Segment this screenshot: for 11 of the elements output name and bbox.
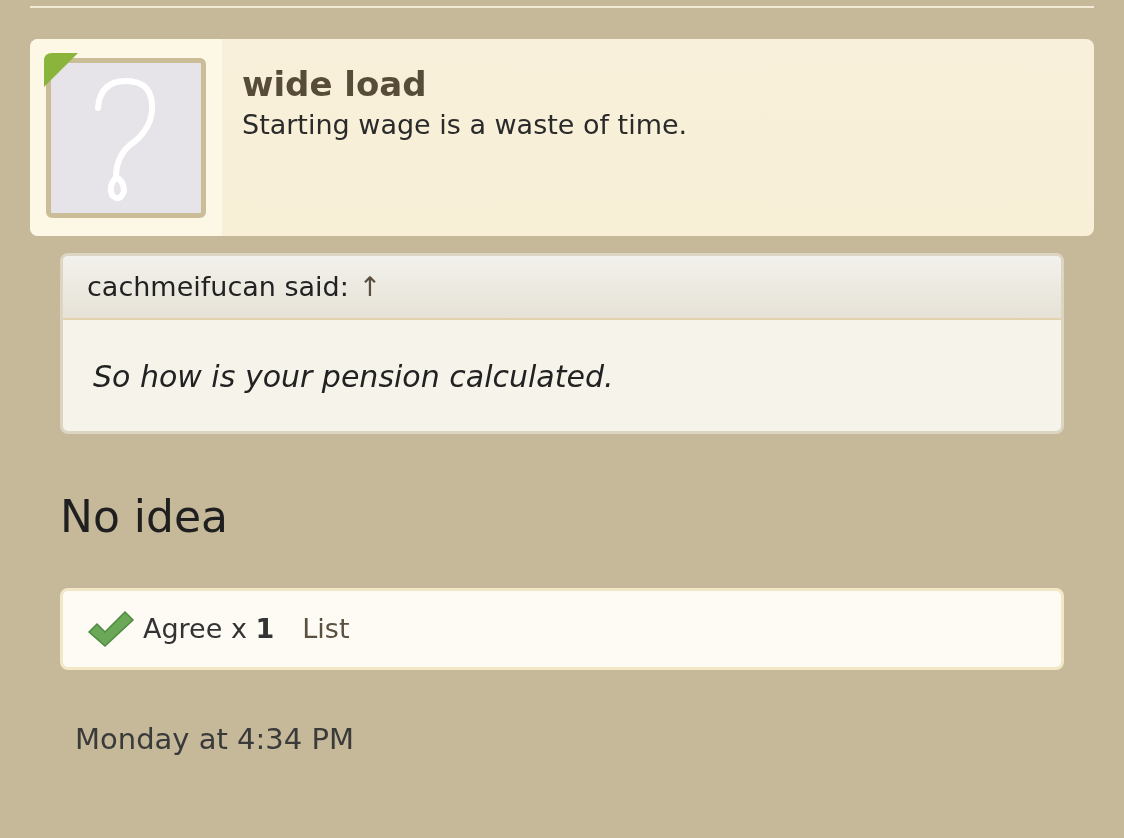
quote-attribution: cachmeifucan said:	[87, 269, 349, 304]
likes-list-link[interactable]: List	[302, 608, 350, 650]
quote-source-link[interactable]: ↑	[358, 266, 382, 308]
avatar[interactable]	[46, 57, 206, 218]
post-date[interactable]: Monday at 4:34 PM	[75, 718, 1124, 762]
checkmark-icon	[87, 610, 135, 648]
author-name[interactable]: wide load	[242, 61, 688, 107]
author-title: Starting wage is a waste of time.	[242, 108, 688, 142]
likes-summary: Agree x 1	[143, 611, 275, 646]
message-text: No idea	[60, 490, 229, 544]
quote-text: So how is your pension calculated.	[92, 358, 615, 396]
